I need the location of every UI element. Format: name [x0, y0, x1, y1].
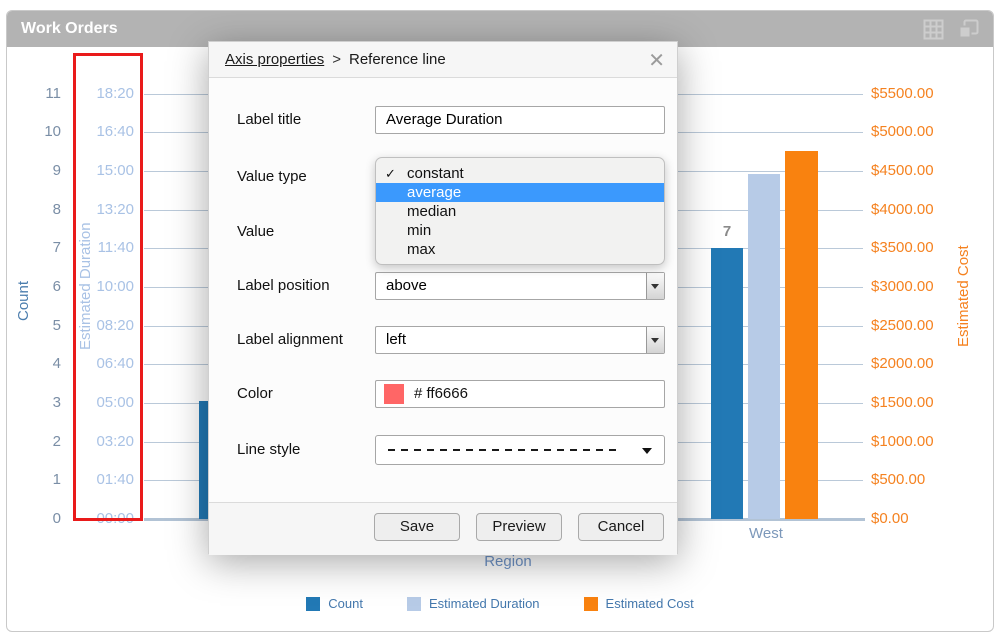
breadcrumb-axis-properties-link[interactable]: Axis properties	[225, 51, 324, 68]
header-icons	[923, 19, 979, 40]
value-label: Value	[237, 218, 274, 246]
option-label: constant	[407, 165, 464, 182]
legend-item-estimated-duration[interactable]: Estimated Duration	[407, 596, 540, 611]
dialog-header: Axis properties > Reference line ✕	[209, 42, 677, 78]
label-title-label: Label title	[237, 106, 301, 134]
color-swatch[interactable]	[384, 384, 404, 404]
count-axis-tick: 2	[7, 433, 61, 451]
axis-highlight-rect	[73, 53, 143, 521]
legend-swatch-duration	[407, 597, 421, 611]
legend-swatch-count	[306, 597, 320, 611]
cancel-button[interactable]: Cancel	[578, 513, 664, 541]
bar-west-count[interactable]	[711, 248, 743, 519]
dashed-line-preview	[388, 449, 622, 451]
legend: Count Estimated Duration Estimated Cost	[7, 596, 993, 611]
legend-label: Estimated Cost	[606, 596, 694, 611]
chevron-down-icon[interactable]	[646, 327, 664, 353]
reference-line-dialog: Axis properties > Reference line ✕ Label t…	[208, 41, 678, 554]
legend-swatch-cost	[584, 597, 598, 611]
legend-label: Estimated Duration	[429, 596, 540, 611]
bar-value-label: 7	[711, 223, 743, 240]
label-alignment-select[interactable]: left	[375, 326, 665, 354]
label-alignment-label: Label alignment	[237, 326, 343, 354]
breadcrumb: Axis properties > Reference line	[225, 42, 446, 78]
legend-item-estimated-cost[interactable]: Estimated Cost	[584, 596, 694, 611]
label-position-select[interactable]: above	[375, 272, 665, 300]
label-title-input[interactable]: Average Duration	[375, 106, 665, 134]
count-axis-tick: 10	[7, 123, 61, 141]
bar-west-estimated-duration[interactable]	[748, 174, 780, 519]
cost-axis-tick: $5000.00	[871, 123, 983, 141]
bar-west-estimated-cost[interactable]	[785, 151, 818, 519]
cost-axis-tick: $500.00	[871, 471, 983, 489]
count-axis-title: Count	[15, 201, 32, 401]
x-category-label: West	[701, 525, 831, 542]
count-axis-tick: 11	[7, 85, 61, 103]
color-label: Color	[237, 380, 273, 408]
overlap-windows-icon[interactable]	[958, 19, 979, 40]
line-style-label: Line style	[237, 436, 300, 464]
chevron-down-icon[interactable]	[646, 273, 664, 299]
color-input[interactable]: # ff6666	[375, 380, 665, 408]
option-label: median	[407, 203, 456, 220]
option-constant[interactable]: ✓ constant	[376, 164, 664, 183]
value-type-label: Value type	[237, 163, 307, 191]
dialog-footer: Save Preview Cancel	[209, 502, 677, 555]
color-hex-value: # ff6666	[414, 381, 468, 407]
value-type-dropdown-list: ✓ constant average median min max	[375, 157, 665, 265]
option-median[interactable]: median	[376, 202, 664, 221]
cost-axis-tick: $4500.00	[871, 162, 983, 180]
work-orders-widget: 0 1 2 3 4 5 6 7 8 9 10 11 00:00 01:40 03…	[6, 10, 994, 632]
widget-title: Work Orders	[21, 11, 118, 47]
option-average[interactable]: average	[376, 183, 664, 202]
count-axis-tick: 0	[7, 510, 61, 528]
count-axis-tick: 9	[7, 162, 61, 180]
preview-button[interactable]: Preview	[476, 513, 562, 541]
breadcrumb-separator: >	[332, 51, 341, 68]
count-axis-tick: 1	[7, 471, 61, 489]
label-position-label: Label position	[237, 272, 330, 300]
check-icon: ✓	[385, 164, 396, 183]
option-max[interactable]: max	[376, 240, 664, 259]
table-icon[interactable]	[923, 19, 944, 40]
option-min[interactable]: min	[376, 221, 664, 240]
option-label: max	[407, 241, 435, 258]
legend-label: Count	[328, 596, 363, 611]
close-icon[interactable]: ✕	[648, 48, 665, 73]
legend-item-count[interactable]: Count	[306, 596, 363, 611]
chevron-down-icon	[642, 448, 652, 459]
option-label: average	[407, 184, 461, 201]
save-button[interactable]: Save	[374, 513, 460, 541]
x-axis-title: Region	[408, 553, 608, 570]
cost-axis-tick: $5500.00	[871, 85, 983, 103]
selected-value: above	[386, 277, 427, 294]
line-style-select[interactable]	[375, 435, 665, 465]
breadcrumb-current: Reference line	[349, 51, 446, 68]
selected-value: left	[386, 331, 406, 348]
cost-axis-tick: $0.00	[871, 510, 983, 528]
cost-axis-tick: $1000.00	[871, 433, 983, 451]
option-label: min	[407, 222, 431, 239]
cost-axis-title: Estimated Cost	[955, 186, 972, 406]
